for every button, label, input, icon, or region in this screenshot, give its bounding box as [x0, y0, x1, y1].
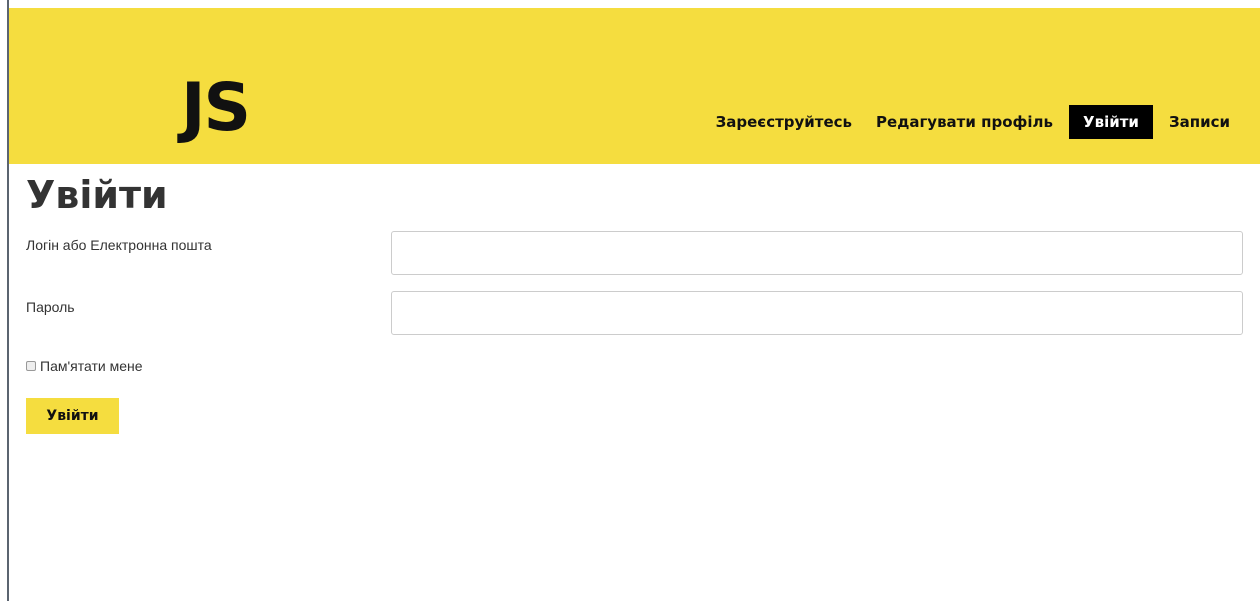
remember-me-label: Пам'ятати мене: [40, 358, 143, 374]
site-header: JS Зареєструйтесь Редагувати профіль Уві…: [9, 8, 1260, 164]
nav-item-login[interactable]: Увійти: [1069, 105, 1153, 139]
nav-item-posts[interactable]: Записи: [1161, 105, 1238, 139]
remember-me-row[interactable]: Пам'ятати мене: [26, 358, 143, 374]
nav-item-register[interactable]: Зареєструйтесь: [708, 105, 860, 139]
page-title: Увійти: [26, 173, 168, 217]
password-label: Пароль: [26, 299, 75, 315]
login-input[interactable]: [391, 231, 1243, 275]
main-nav: Зареєструйтесь Редагувати профіль Увійти…: [700, 105, 1238, 139]
login-submit-button[interactable]: Увійти: [26, 398, 119, 434]
password-input[interactable]: [391, 291, 1243, 335]
login-label: Логін або Електронна пошта: [26, 237, 212, 253]
nav-item-edit-profile[interactable]: Редагувати профіль: [868, 105, 1061, 139]
js-logo[interactable]: JS: [181, 68, 251, 148]
remember-me-checkbox[interactable]: [26, 361, 36, 371]
